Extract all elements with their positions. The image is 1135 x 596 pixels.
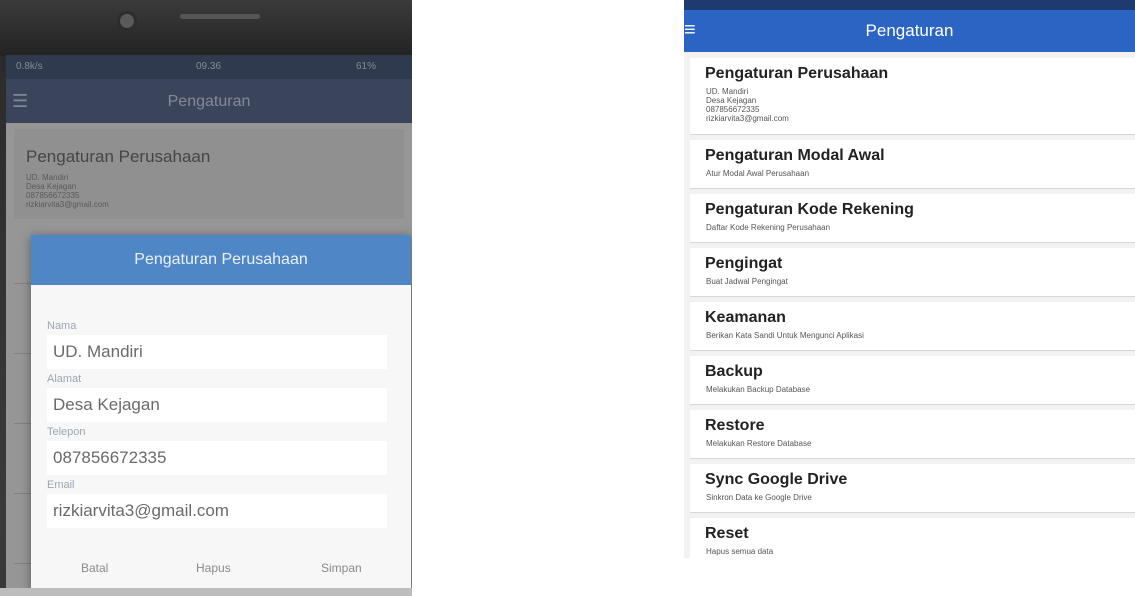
item-title: Pengaturan Modal Awal [705,147,885,164]
camera-icon [120,14,134,28]
phone-label: Telepon [47,426,86,438]
item-subtitle: UD. Mandiri [706,87,749,96]
delete-button[interactable]: Hapus [196,561,231,575]
phone-top-bezel [0,0,412,56]
settings-item-company[interactable]: Pengaturan Perusahaan UD. Mandiri Desa K… [690,58,1135,135]
phone-photo: 0.8k/s 09.36 61% ☰ Pengaturan Pengaturan… [0,0,412,596]
settings-item-initial-capital[interactable]: Pengaturan Modal Awal Atur Modal Awal Pe… [690,140,1135,189]
item-subtitle: Melakukan Restore Database [706,439,812,448]
app-title: Pengaturan [865,21,954,40]
save-button[interactable]: Simpan [321,561,362,575]
status-bar [684,0,1135,10]
item-subtitle: Melakukan Backup Database [706,385,811,394]
item-title: Pengingat [705,255,783,272]
item-subtitle: Buat Jadwal Pengingat [706,277,788,286]
speaker-grille [180,14,260,19]
app-bar: ≡ Pengaturan [684,10,1135,52]
settings-item-backup[interactable]: Backup Melakukan Backup Database [690,356,1135,405]
settings-item-reset[interactable]: Reset Hapus semua data [690,518,1135,558]
item-title: Reset [705,525,749,542]
settings-item-security[interactable]: Keamanan Berikan Kata Sandi Untuk Mengun… [690,302,1135,351]
email-label: Email [47,479,75,491]
item-title: Sync Google Drive [705,471,848,488]
name-label: Nama [47,320,77,332]
item-subtitle: Sinkron Data ke Google Drive [706,493,812,502]
phone-field[interactable]: 087856672335 [47,441,387,475]
dialog-header: Pengaturan Perusahaan [31,235,411,285]
item-title: Pengaturan Perusahaan [705,65,889,82]
photo-edge [0,588,412,596]
email-field[interactable]: rizkiarvita3@gmail.com [47,494,387,528]
settings-item-reminder[interactable]: Pengingat Buat Jadwal Pengingat [690,248,1135,297]
item-subtitle: Berikan Kata Sandi Untuk Mengunci Aplika… [706,331,864,340]
phone-screen: 0.8k/s 09.36 61% ☰ Pengaturan Pengaturan… [6,55,412,596]
address-label: Alamat [47,373,82,385]
item-title: Pengaturan Kode Rekening [705,201,914,218]
settings-item-restore[interactable]: Restore Melakukan Restore Database [690,410,1135,459]
settings-screenshot: ≡ Pengaturan Pengaturan Perusahaan UD. M… [684,0,1135,558]
item-title: Backup [705,363,763,380]
item-subtitle: Daftar Kode Rekening Perusahaan [706,223,831,232]
settings-item-sync-drive[interactable]: Sync Google Drive Sinkron Data ke Google… [690,464,1135,513]
item-subtitle: 087856672335 [706,105,760,114]
item-subtitle: Atur Modal Awal Perusahaan [706,169,810,178]
settings-item-account-codes[interactable]: Pengaturan Kode Rekening Daftar Kode Rek… [690,194,1135,243]
name-field[interactable]: UD. Mandiri [47,335,387,369]
cancel-button[interactable]: Batal [81,561,108,575]
company-settings-dialog: Pengaturan Perusahaan Nama UD. Mandiri A… [31,235,411,591]
dialog-title: Pengaturan Perusahaan [134,251,308,268]
item-title: Keamanan [705,309,786,326]
address-field[interactable]: Desa Kejagan [47,388,387,422]
item-subtitle: rizkiarvita3@gmail.com [706,114,789,123]
item-subtitle: Hapus semua data [706,547,774,556]
item-title: Restore [705,417,765,434]
item-subtitle: Desa Kejagan [706,96,757,105]
